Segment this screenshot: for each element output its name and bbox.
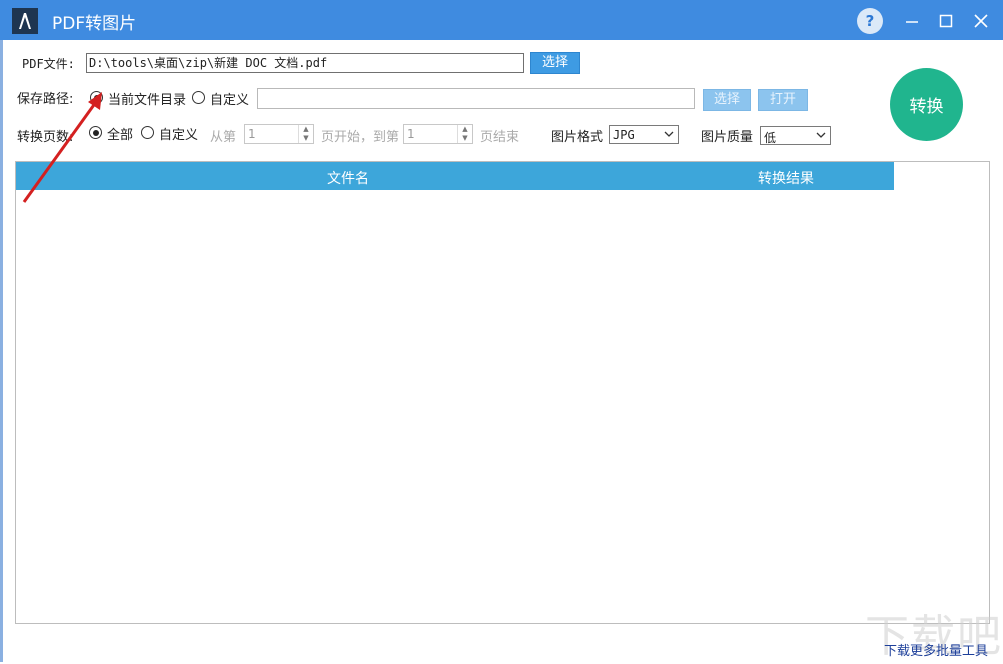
save-current-label[interactable]: 当前文件目录	[108, 89, 186, 108]
annotation-arrow-icon	[22, 92, 102, 203]
column-header-result[interactable]: 转换结果	[758, 168, 814, 188]
from-page-label: 从第	[210, 130, 237, 145]
desktop-edge	[0, 40, 3, 662]
pages-custom-label[interactable]: 自定义	[159, 124, 198, 143]
pdf-file-label: PDF文件:	[22, 57, 75, 71]
file-table[interactable]: 文件名 转换结果	[15, 161, 990, 624]
pages-custom-radio[interactable]	[141, 126, 154, 139]
from-page-value: 1	[248, 127, 256, 141]
convert-button[interactable]: 转换	[890, 68, 963, 141]
title-bar: PDF转图片 ?	[0, 0, 1003, 40]
save-custom-label[interactable]: 自定义	[210, 89, 249, 108]
save-custom-radio[interactable]	[192, 91, 205, 104]
open-button[interactable]: 打开	[758, 89, 808, 111]
chevron-down-icon	[816, 132, 826, 138]
from-page-stepper[interactable]: 1 ▲ ▼	[244, 124, 314, 144]
start-to-label: 页开始，到第	[321, 130, 400, 145]
column-header-filename[interactable]: 文件名	[327, 168, 369, 188]
image-quality-label: 图片质量	[701, 130, 754, 145]
minimize-button[interactable]	[899, 8, 925, 34]
pdf-path-input[interactable]: D:\tools\桌面\zip\新建 DOC 文档.pdf	[86, 53, 524, 73]
stepper-arrows-icon[interactable]: ▲ ▼	[457, 125, 472, 143]
select-pdf-button[interactable]: 选择	[530, 52, 580, 74]
stepper-arrows-icon[interactable]: ▲ ▼	[298, 125, 313, 143]
image-format-select[interactable]: JPG	[609, 125, 679, 144]
image-quality-value: 低	[764, 131, 777, 145]
to-page-stepper[interactable]: 1 ▲ ▼	[403, 124, 473, 144]
image-format-label: 图片格式	[551, 130, 604, 145]
to-page-value: 1	[407, 127, 415, 141]
save-select-button[interactable]: 选择	[703, 89, 751, 111]
image-quality-select[interactable]: 低	[760, 126, 831, 145]
app-logo-icon	[12, 8, 38, 34]
window-title: PDF转图片	[52, 14, 137, 34]
end-page-label: 页结束	[480, 130, 520, 145]
image-format-value: JPG	[613, 128, 635, 142]
table-header: 文件名 转换结果	[16, 162, 894, 190]
chevron-down-icon	[664, 131, 674, 137]
custom-path-input[interactable]	[257, 88, 695, 109]
minimize-icon	[906, 21, 918, 23]
download-more-tools-link[interactable]: 下载更多批量工具	[884, 640, 988, 659]
close-button[interactable]	[968, 8, 994, 34]
maximize-button[interactable]	[933, 8, 959, 34]
close-icon	[974, 14, 988, 28]
help-icon[interactable]: ?	[857, 8, 883, 34]
maximize-icon	[939, 14, 953, 28]
